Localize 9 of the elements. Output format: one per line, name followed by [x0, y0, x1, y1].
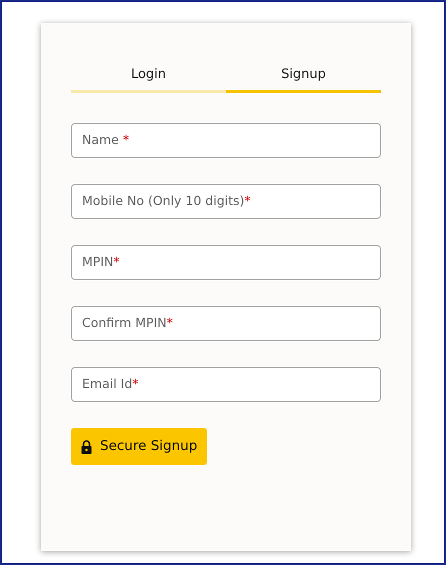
tab[interactable]: Login	[71, 59, 226, 93]
input-field[interactable]: Confirm MPIN*	[71, 306, 381, 341]
input-field[interactable]: Name *	[71, 123, 381, 158]
secure-signup-button[interactable]: Secure Signup	[71, 428, 208, 465]
lock-icon	[81, 440, 92, 454]
input-field[interactable]: Email Id*	[71, 367, 381, 402]
input-field[interactable]: Mobile No (Only 10 digits)*	[71, 184, 381, 219]
tab[interactable]: Signup	[226, 59, 381, 93]
input-field[interactable]: MPIN*	[71, 245, 381, 280]
